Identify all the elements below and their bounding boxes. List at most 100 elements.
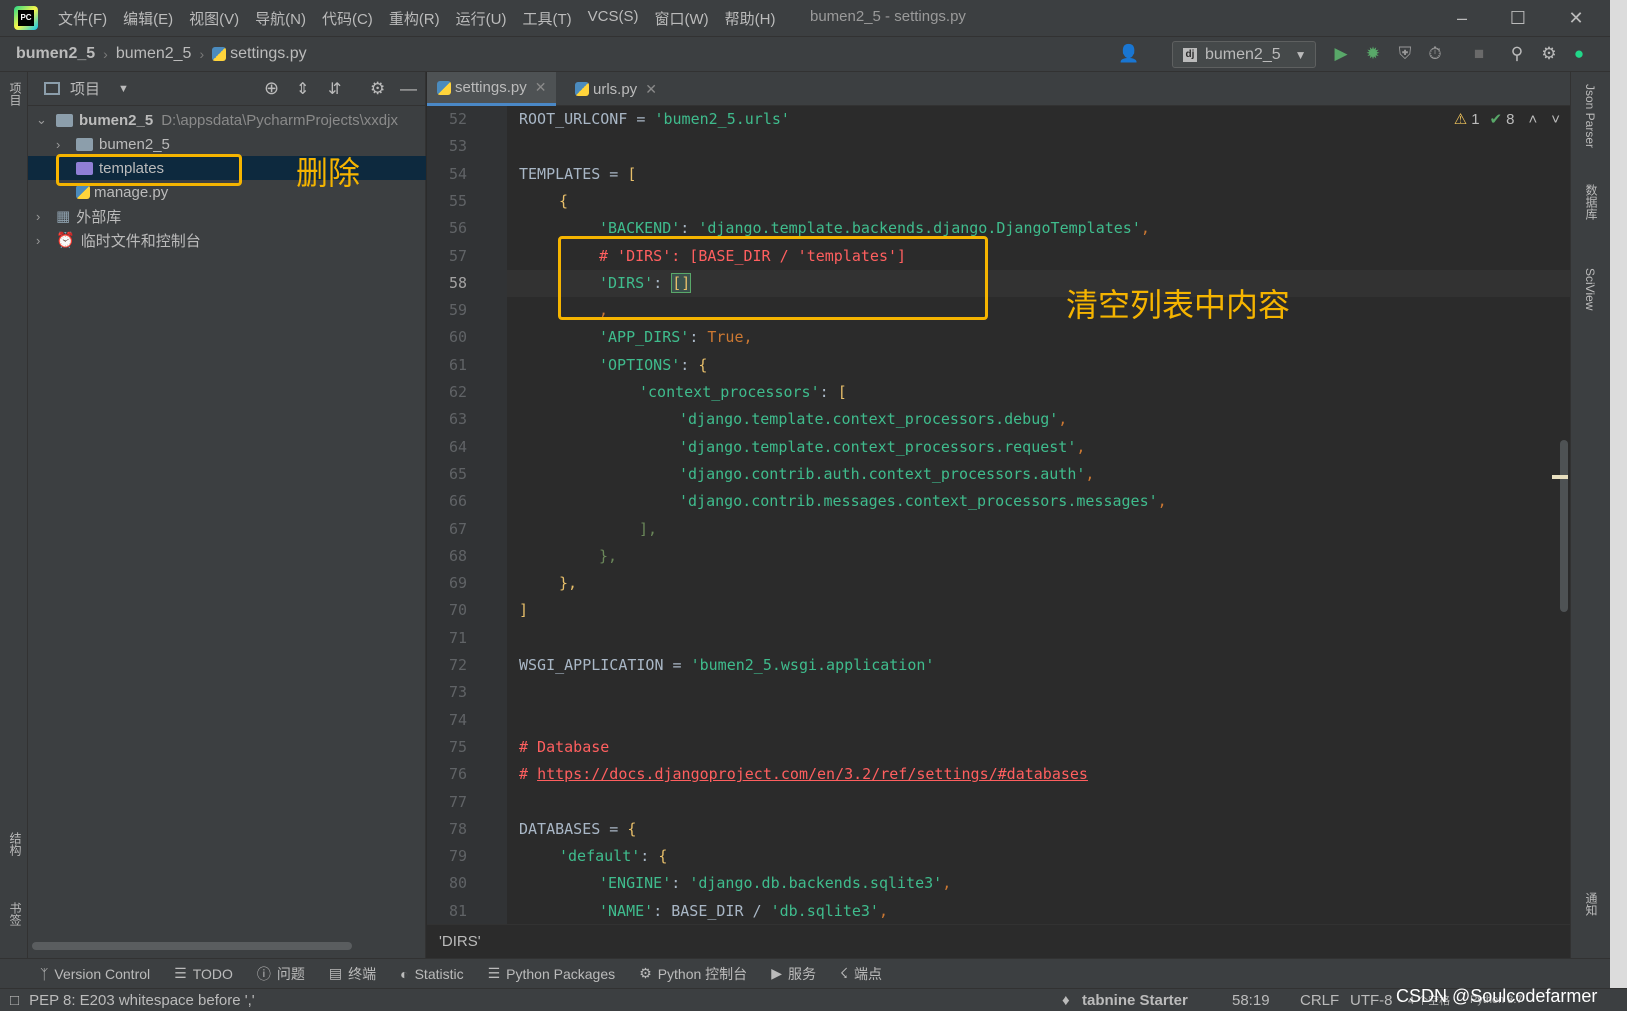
locate-icon[interactable]: ⊕	[264, 78, 279, 99]
bookmarks-tool-button[interactable]: 书签	[7, 902, 24, 926]
minimize-icon[interactable]: –	[1450, 6, 1474, 30]
file-encoding[interactable]: UTF-8	[1350, 992, 1393, 1009]
notifications-tool-button[interactable]: 通知	[1583, 892, 1600, 916]
menu-tools[interactable]: 工具(T)	[514, 8, 579, 29]
json-parser-tool-button[interactable]: Json Parser	[1583, 84, 1597, 148]
stop-icon[interactable]: ■	[1468, 43, 1490, 65]
caret-down-icon[interactable]: ▼	[118, 83, 129, 95]
breadcrumb-file[interactable]: settings.py	[230, 45, 306, 63]
tree-item-package[interactable]: › bumen2_5	[56, 132, 170, 156]
horizontal-scrollbar[interactable]	[32, 942, 352, 950]
tree-item-external-libs[interactable]: › ▦ 外部库	[36, 204, 121, 228]
tabnine-status[interactable]: tabnine Starter	[1082, 992, 1188, 1009]
menu-file[interactable]: 文件(F)	[50, 8, 115, 29]
panel-toggle-icon[interactable]: □	[10, 992, 19, 1009]
services-button[interactable]: ▶ 服务	[771, 964, 816, 984]
profile-icon[interactable]: ⏱	[1424, 43, 1446, 65]
menu-vcs[interactable]: VCS(S)	[580, 8, 647, 29]
menu-edit[interactable]: 编辑(E)	[115, 8, 181, 29]
editor-breadcrumb[interactable]: 'DIRS'	[427, 924, 1570, 958]
menu-refactor[interactable]: 重构(R)	[381, 8, 448, 29]
code-token: 'APP_DIRS'	[599, 328, 690, 347]
close-icon[interactable]: ✕	[645, 81, 657, 98]
python-packages-button[interactable]: ☰ Python Packages	[488, 965, 616, 982]
tree-item-scratches[interactable]: › ⏰ 临时文件和控制台	[36, 228, 201, 252]
close-icon[interactable]: ✕	[535, 79, 547, 96]
code-token: ,	[1140, 219, 1150, 238]
chevron-up-icon[interactable]: ˄	[1528, 111, 1537, 128]
menu-navigate[interactable]: 导航(N)	[247, 8, 314, 29]
user-icon[interactable]: 👤	[1118, 43, 1140, 65]
code-link[interactable]: https://docs.djangoproject.com/en/3.2/re…	[537, 765, 1088, 783]
code-token: {	[658, 847, 668, 866]
endpoints-icon: ☇	[839, 965, 848, 981]
code-token: {	[559, 191, 569, 210]
run-icon[interactable]: ▶	[1330, 43, 1352, 65]
cursor-position[interactable]: 58:19	[1232, 992, 1270, 1009]
code-token: 'context_processors'	[639, 383, 820, 401]
python-console-button[interactable]: ⚙ Python 控制台	[639, 964, 747, 984]
code-line: 'django.contrib.auth.context_processors.…	[507, 461, 1570, 488]
search-icon[interactable]: ⚲	[1506, 43, 1528, 65]
line-number: 78	[448, 819, 467, 838]
statistic-button[interactable]: ◐ Statistic	[400, 966, 463, 982]
todo-button[interactable]: ☰ TODO	[174, 965, 233, 982]
line-separator[interactable]: CRLF	[1300, 992, 1339, 1009]
menu-view[interactable]: 视图(V)	[181, 8, 247, 29]
code-token: ],	[639, 519, 658, 538]
problems-button[interactable]: ⓘ 问题	[257, 964, 305, 984]
line-number: 67	[448, 519, 467, 538]
coverage-icon[interactable]: ⛨	[1394, 43, 1416, 65]
code-editor[interactable]: ROOT_URLCONF = 'bumen2_5.urls' TEMPLATES…	[507, 106, 1570, 924]
vertical-scrollbar[interactable]	[1560, 440, 1568, 612]
structure-tool-button[interactable]: 结构	[7, 832, 24, 856]
editor-tabs: settings.py ✕ urls.py ✕ ⋮	[427, 72, 1610, 106]
gear-icon[interactable]: ⚙	[1538, 43, 1560, 65]
breadcrumb-project[interactable]: bumen2_5	[16, 45, 95, 63]
breadcrumb-package[interactable]: bumen2_5	[116, 45, 192, 63]
terminal-icon: ▤	[328, 965, 343, 981]
tab-label: settings.py	[455, 79, 527, 96]
line-number: 61	[448, 355, 467, 374]
close-icon[interactable]: ✕	[1564, 6, 1588, 30]
project-tool-button[interactable]: 项目	[7, 82, 24, 106]
layers-icon: ☰	[487, 965, 501, 981]
bottom-tool-bar: ᛉ Version Control ☰ TODO ⓘ 问题 ▤ 终端 ◐ Statisti…	[0, 958, 1610, 988]
expand-all-icon[interactable]: ⇕	[296, 79, 309, 99]
version-control-button[interactable]: ᛉ Version Control	[40, 966, 150, 982]
line-number: 57	[448, 246, 467, 265]
tree-item-label: bumen2_5	[99, 135, 170, 153]
menu-run[interactable]: 运行(U)	[448, 8, 515, 29]
menu-help[interactable]: 帮助(H)	[717, 8, 784, 29]
chevron-down-icon[interactable]: ˅	[1551, 111, 1560, 128]
code-line: 'context_processors': [	[507, 379, 1570, 406]
endpoints-button[interactable]: ☇ 端点	[840, 964, 882, 984]
jetbrains-icon[interactable]: ●	[1568, 43, 1590, 65]
pycharm-logo-icon[interactable]: PC	[14, 6, 38, 30]
menu-window[interactable]: 窗口(W)	[646, 8, 716, 29]
collapse-all-icon[interactable]: ⇵	[328, 79, 341, 99]
code-line: },	[507, 543, 1570, 570]
project-panel-title[interactable]: 项目	[70, 78, 100, 99]
project-view-icon	[44, 82, 60, 95]
chevron-right-icon: ›	[36, 208, 41, 224]
gear-icon[interactable]: ⚙	[370, 79, 385, 99]
desktop-edge	[1610, 0, 1627, 988]
code-comment: #	[519, 765, 538, 784]
code-token: TEMPLATES	[519, 164, 601, 183]
run-configuration-select[interactable]: dj bumen2_5 ▼	[1172, 41, 1316, 68]
tab-settings[interactable]: settings.py ✕	[427, 72, 557, 106]
tab-urls[interactable]: urls.py ✕	[565, 72, 667, 106]
sciview-tool-button[interactable]: SciView	[1583, 268, 1597, 310]
inspection-widget[interactable]: ⚠ 1 ✔ 8 ˄ ˅	[1454, 110, 1560, 129]
hide-icon[interactable]: —	[400, 79, 417, 99]
debug-icon[interactable]: ✹	[1362, 43, 1384, 65]
code-token: ,	[878, 901, 888, 920]
code-line: 'ENGINE': 'django.db.backends.sqlite3',	[507, 870, 1570, 897]
maximize-icon[interactable]: ☐	[1506, 6, 1530, 30]
code-token: BASE_DIR	[671, 901, 744, 920]
menu-code[interactable]: 代码(C)	[314, 8, 381, 29]
database-tool-button[interactable]: 数据库	[1583, 184, 1600, 220]
terminal-button[interactable]: ▤ 终端	[329, 964, 376, 984]
tree-root[interactable]: ⌄ bumen2_5 D:\appsdata\PycharmProjects\x…	[36, 108, 398, 132]
